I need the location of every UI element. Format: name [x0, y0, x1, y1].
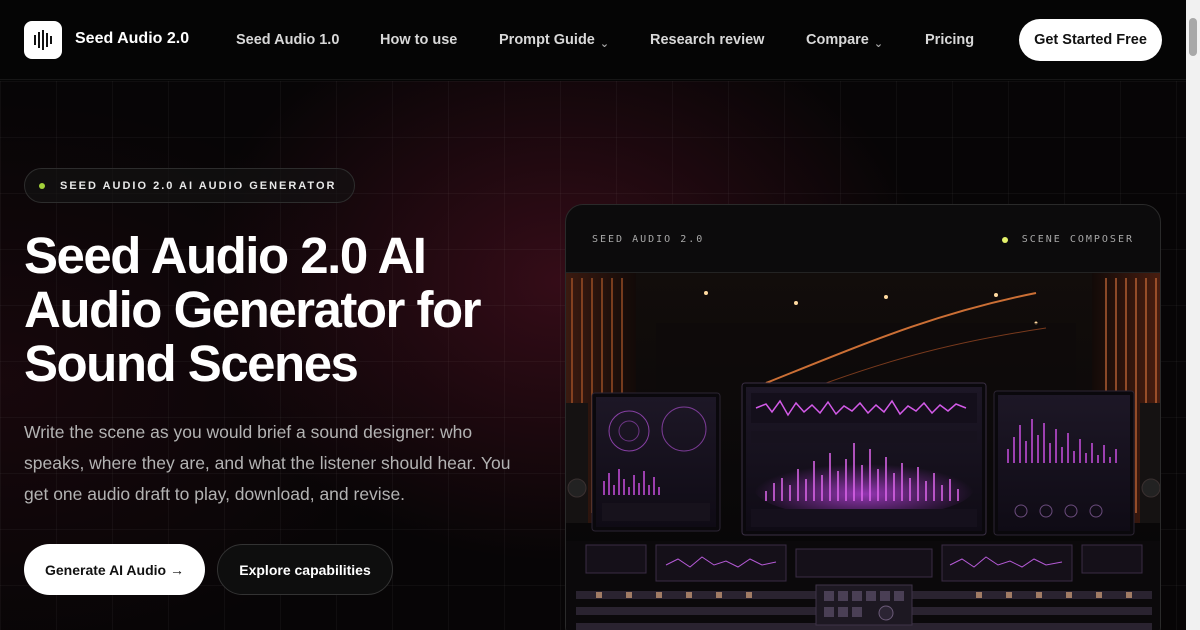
generate-audio-button[interactable]: Generate AI Audio →	[24, 544, 205, 595]
get-started-button[interactable]: Get Started Free	[1019, 19, 1162, 61]
badge-text: SEED AUDIO 2.0 AI AUDIO GENERATOR	[60, 179, 337, 192]
hero-badge: SEED AUDIO 2.0 AI AUDIO GENERATOR	[24, 168, 355, 203]
logo-icon[interactable]	[24, 21, 62, 59]
nav-seed-audio-1[interactable]: Seed Audio 1.0	[236, 32, 339, 48]
page-title: Seed Audio 2.0 AI Audio Generator for So…	[24, 229, 544, 391]
brand-name[interactable]: Seed Audio 2.0	[75, 30, 189, 48]
nav-compare[interactable]: Compare ⌄	[806, 32, 884, 50]
preview-card: SEED AUDIO 2.0 SCENE COMPOSER	[565, 204, 1161, 630]
chevron-down-icon: ⌄	[873, 38, 884, 50]
preview-status-text: SCENE COMPOSER	[1021, 234, 1134, 245]
explore-capabilities-button[interactable]: Explore capabilities	[217, 544, 393, 595]
studio-image	[566, 273, 1160, 630]
status-dot-icon	[39, 182, 45, 189]
chevron-down-icon: ⌄	[599, 38, 610, 50]
nav-pricing[interactable]: Pricing	[925, 32, 974, 48]
title-line-3: Sound Scenes	[24, 335, 359, 392]
title-line-1: Seed Audio 2.0 AI	[24, 227, 427, 284]
nav-prompt-guide[interactable]: Prompt Guide ⌄	[499, 32, 610, 50]
hero-section: SEED AUDIO 2.0 AI AUDIO GENERATOR Seed A…	[0, 81, 1186, 630]
status-dot-icon	[1001, 236, 1008, 243]
page-scrollbar[interactable]	[1186, 0, 1200, 630]
title-line-2: Audio Generator for	[24, 281, 482, 338]
scrollbar-thumb[interactable]	[1189, 18, 1197, 56]
nav-how-to-use[interactable]: How to use	[380, 32, 457, 48]
nav-prompt-guide-label: Prompt Guide	[499, 32, 595, 48]
nav-research-review[interactable]: Research review	[650, 32, 764, 48]
hero-description: Write the scene as you would brief a sou…	[24, 422, 511, 504]
preview-card-header: SEED AUDIO 2.0 SCENE COMPOSER	[566, 205, 1160, 273]
nav-compare-label: Compare	[806, 32, 869, 48]
site-header: Seed Audio 2.0 Seed Audio 1.0 How to use…	[0, 0, 1186, 80]
preview-label: SEED AUDIO 2.0	[592, 234, 705, 245]
preview-status: SCENE COMPOSER	[1001, 234, 1134, 245]
